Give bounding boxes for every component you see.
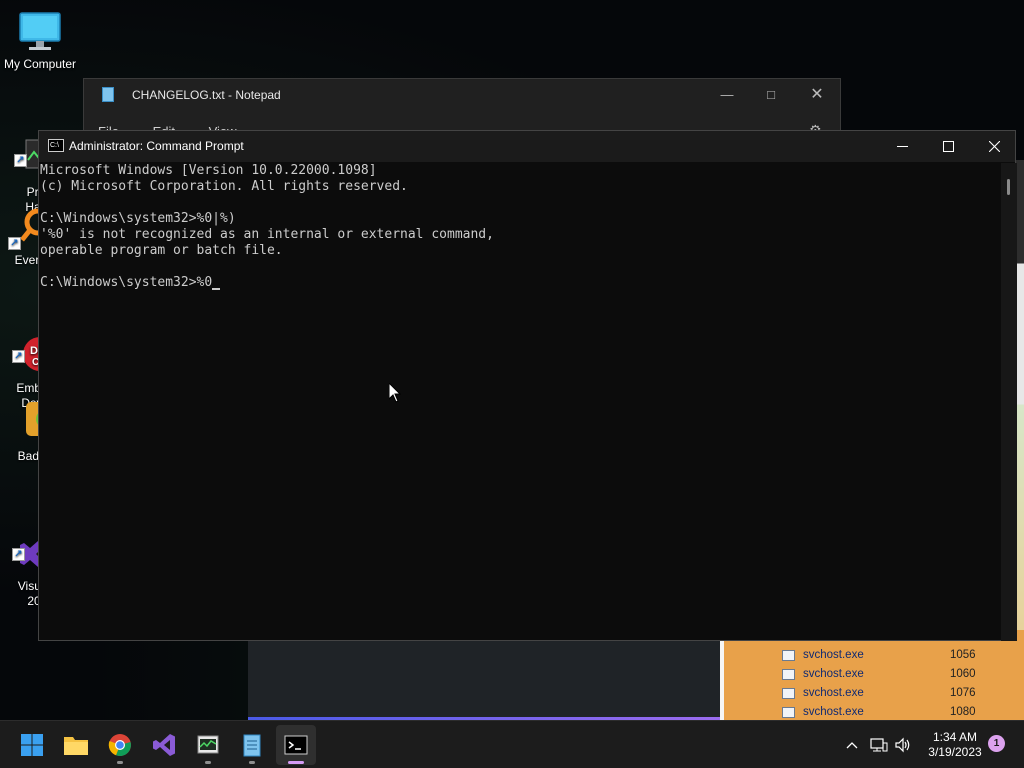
- process-name: svchost.exe: [803, 706, 864, 718]
- taskbar-notepad[interactable]: [232, 725, 272, 765]
- show-hidden-icons-button[interactable]: [840, 721, 864, 768]
- command-prompt-window[interactable]: C:\ Administrator: Command Prompt Micros…: [38, 130, 1017, 641]
- background-window: [248, 640, 720, 720]
- console-line: operable program or batch file.: [40, 243, 283, 258]
- process-icon: [782, 669, 795, 680]
- clock-button[interactable]: 1:34 AM 3/19/2023: [922, 730, 988, 760]
- process-pid: 1056: [950, 649, 976, 661]
- process-name: svchost.exe: [803, 649, 864, 661]
- speaker-icon: [895, 737, 910, 753]
- volume-button[interactable]: [892, 721, 914, 768]
- start-button[interactable]: [12, 725, 52, 765]
- process-name: svchost.exe: [803, 668, 864, 680]
- shortcut-arrow-icon: ↗: [12, 548, 25, 561]
- chrome-icon: [108, 734, 131, 757]
- minimize-button[interactable]: [879, 131, 925, 162]
- process-list-panel: svchost.exe 1056 svchost.exe 1060 svchos…: [720, 630, 1024, 720]
- process-pid: 1080: [950, 706, 976, 718]
- monitor-icon: [18, 10, 62, 54]
- console-line: Microsoft Windows [Version 10.0.22000.10…: [40, 163, 377, 178]
- taskbar-visual-studio[interactable]: [144, 725, 184, 765]
- clock-date: 3/19/2023: [928, 745, 982, 759]
- mouse-pointer-icon: [389, 383, 401, 403]
- network-icon: [870, 738, 888, 752]
- console-line: (c) Microsoft Corporation. All rights re…: [40, 179, 408, 194]
- process-pid: 1060: [950, 668, 976, 680]
- taskbar-command-prompt[interactable]: [276, 725, 316, 765]
- table-row[interactable]: svchost.exe 1060: [782, 666, 1022, 685]
- shortcut-arrow-icon: ↗: [12, 350, 25, 363]
- process-icon: [782, 688, 795, 699]
- running-indicator: [117, 761, 123, 764]
- desktop: My Computer ↗ Pro Hac ↗ Every DE C+: [0, 0, 1024, 720]
- running-indicator: [205, 761, 211, 764]
- maximize-icon: [942, 141, 954, 152]
- taskbar: 1:34 AM 3/19/2023: [0, 720, 1024, 768]
- maximize-button[interactable]: □: [748, 79, 794, 109]
- notepad-icon: [243, 734, 261, 757]
- running-indicator: [249, 761, 255, 764]
- window-title: Administrator: Command Prompt: [69, 139, 244, 153]
- shortcut-arrow-icon: ↗: [14, 154, 27, 167]
- window-title: CHANGELOG.txt - Notepad: [132, 88, 281, 102]
- scrollbar[interactable]: [1001, 163, 1017, 641]
- desktop-icon-my-computer[interactable]: My Computer: [0, 10, 80, 72]
- table-row[interactable]: svchost.exe 1056: [782, 647, 1022, 666]
- process-icon: [782, 707, 795, 718]
- process-name: svchost.exe: [803, 687, 864, 699]
- console-line: '%0' is not recognized as an internal or…: [40, 227, 494, 242]
- taskbar-chrome[interactable]: [100, 725, 140, 765]
- clock-time: 1:34 AM: [932, 730, 978, 744]
- close-icon: [988, 141, 1000, 152]
- command-prompt-icon: [284, 735, 308, 755]
- process-pid: 1076: [950, 687, 976, 699]
- chevron-up-icon: [846, 742, 858, 749]
- taskbar-task-manager[interactable]: [188, 725, 228, 765]
- notification-badge[interactable]: 1: [988, 735, 1005, 752]
- process-icon: [782, 650, 795, 661]
- console-prompt-line[interactable]: C:\Windows\system32>%0: [40, 275, 999, 291]
- console-output[interactable]: Microsoft Windows [Version 10.0.22000.10…: [39, 163, 999, 641]
- task-manager-icon: [197, 735, 219, 754]
- console-line: C:\Windows\system32>%0|%): [40, 211, 236, 226]
- table-row[interactable]: svchost.exe 1076: [782, 685, 1022, 704]
- close-button[interactable]: ✕: [794, 79, 840, 109]
- taskbar-file-explorer[interactable]: [56, 725, 96, 765]
- desktop-icon-label: My Computer: [3, 57, 77, 71]
- visual-studio-icon: [153, 734, 175, 756]
- active-indicator: [288, 761, 304, 764]
- start-icon: [21, 734, 43, 756]
- minimize-button[interactable]: —: [704, 79, 750, 109]
- maximize-button[interactable]: [925, 131, 971, 162]
- shortcut-arrow-icon: ↗: [8, 237, 21, 250]
- console-input[interactable]: C:\Windows\system32>%0: [40, 275, 212, 290]
- scrollbar-thumb[interactable]: [1007, 179, 1010, 195]
- text-cursor: [212, 288, 221, 290]
- close-button[interactable]: [971, 131, 1017, 162]
- title-bar[interactable]: C:\ Administrator: Command Prompt: [39, 131, 1015, 162]
- file-explorer-icon: [64, 737, 88, 755]
- minimize-icon: [896, 146, 908, 147]
- network-button[interactable]: [868, 721, 890, 768]
- cmd-icon: C:\: [48, 139, 64, 152]
- notepad-icon: [102, 87, 114, 102]
